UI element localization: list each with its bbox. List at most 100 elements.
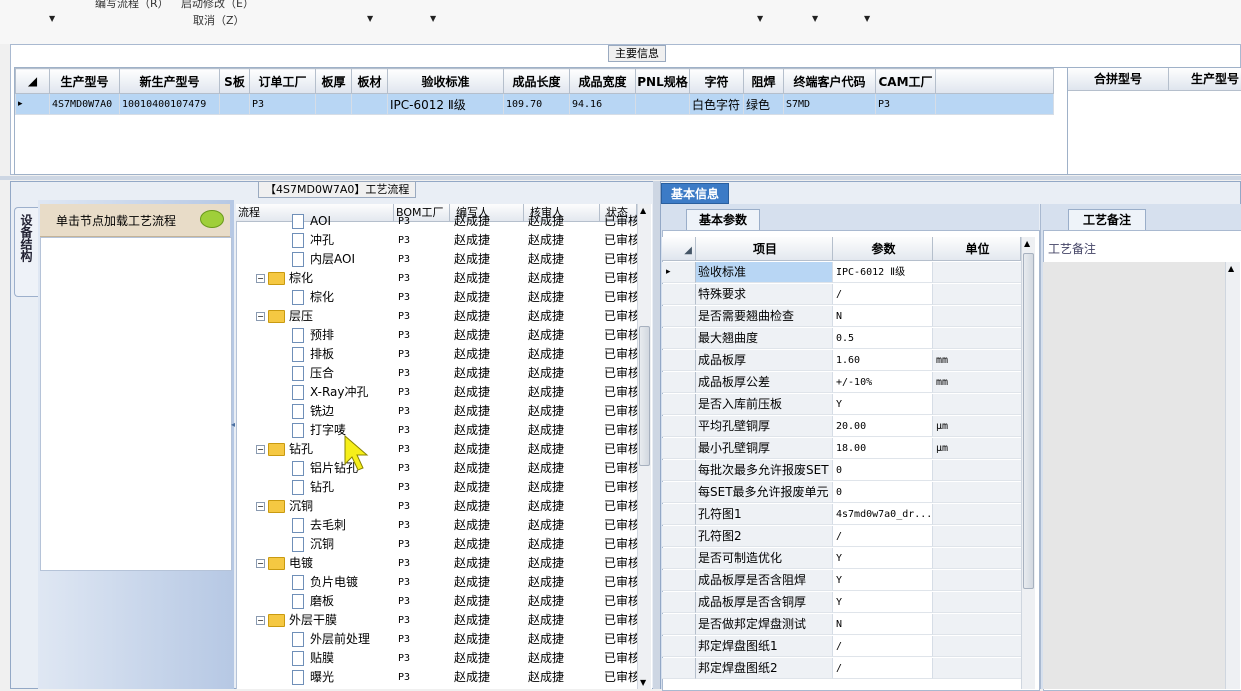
- tree-node-label[interactable]: − 层压: [256, 307, 313, 326]
- dropdown-arrow-icon[interactable]: ▼: [757, 14, 763, 23]
- param-row[interactable]: 成品板厚是否含铜厚 Y: [662, 592, 1021, 614]
- tree-row[interactable]: 打字唛 P3 赵成捷 赵成捷 已审核: [236, 421, 637, 440]
- param-row[interactable]: ▸ 验收标准 IPC-6012 Ⅱ级: [662, 262, 1021, 284]
- tree-node-label[interactable]: 铣边: [292, 402, 334, 421]
- table-cell[interactable]: 10010400107479: [119, 93, 220, 115]
- param-value-cell[interactable]: /: [833, 526, 933, 547]
- param-value-cell[interactable]: Y: [833, 592, 933, 613]
- table-cell[interactable]: [635, 93, 690, 115]
- param-value-cell[interactable]: 0: [833, 482, 933, 503]
- scroll-up-icon[interactable]: ▲: [1228, 264, 1234, 273]
- tree-row[interactable]: − 电镀 P3 赵成捷 赵成捷 已审核: [236, 554, 637, 573]
- tab-process-remarks[interactable]: 工艺备注: [1068, 209, 1146, 230]
- collapse-icon[interactable]: −: [256, 274, 265, 283]
- dropdown-arrow-icon[interactable]: ▼: [367, 14, 373, 23]
- tree-row[interactable]: 外层前处理 P3 赵成捷 赵成捷 已审核: [236, 630, 637, 649]
- tree-node-label[interactable]: − 沉铜: [256, 497, 313, 516]
- tab-basic-params[interactable]: 基本参数: [686, 209, 760, 230]
- tree-row[interactable]: 铝片钻孔 P3 赵成捷 赵成捷 已审核: [236, 459, 637, 478]
- tree-row[interactable]: X-Ray冲孔 P3 赵成捷 赵成捷 已审核: [236, 383, 637, 402]
- col-header-item[interactable]: 项目: [696, 237, 833, 261]
- start-modify-menu[interactable]: 启动修改（E）: [181, 0, 254, 11]
- scroll-thumb[interactable]: [1023, 253, 1034, 589]
- tree-node-label[interactable]: 排板: [292, 345, 334, 364]
- edit-flow-menu[interactable]: 编写流程（R）: [95, 0, 169, 11]
- param-value-cell[interactable]: /: [833, 284, 933, 305]
- remarks-scrollbar[interactable]: ▲: [1225, 262, 1240, 689]
- tree-node-label[interactable]: 内层AOI: [292, 250, 355, 269]
- tree-node-label[interactable]: AOI: [292, 212, 331, 231]
- dropdown-arrow-icon[interactable]: ▼: [49, 14, 55, 23]
- tree-node-label[interactable]: 沉铜: [292, 535, 334, 554]
- remarks-textarea[interactable]: [1043, 262, 1225, 689]
- tree-row[interactable]: 沉铜 P3 赵成捷 赵成捷 已审核: [236, 535, 637, 554]
- tree-node-label[interactable]: − 外层干膜: [256, 611, 337, 630]
- param-row[interactable]: 每批次最多允许报废SET 0: [662, 460, 1021, 482]
- param-row[interactable]: 最小孔壁铜厚 18.00 μm: [662, 438, 1021, 460]
- tree-row[interactable]: 曝光 P3 赵成捷 赵成捷 已审核: [236, 668, 637, 687]
- tree-node-label[interactable]: − 钻孔: [256, 440, 313, 459]
- table-cell[interactable]: [351, 93, 388, 115]
- collapse-icon[interactable]: −: [256, 616, 265, 625]
- param-value-cell[interactable]: IPC-6012 Ⅱ级: [833, 262, 933, 283]
- param-value-cell[interactable]: 4s7md0w7a0_dr...: [833, 504, 933, 525]
- param-value-cell[interactable]: 18.00: [833, 438, 933, 459]
- main-col-header[interactable]: 验收标准: [387, 68, 504, 94]
- tree-row[interactable]: 排板 P3 赵成捷 赵成捷 已审核: [236, 345, 637, 364]
- tree-node-label[interactable]: 压合: [292, 364, 334, 383]
- main-col-header[interactable]: S板: [219, 68, 250, 94]
- tree-node-label[interactable]: 磨板: [292, 592, 334, 611]
- collapse-arrow-icon[interactable]: ◂: [231, 420, 235, 440]
- tree-node-label[interactable]: 预排: [292, 326, 334, 345]
- main-col-header[interactable]: 成品长度: [503, 68, 570, 94]
- table-cell[interactable]: P3: [249, 93, 316, 115]
- equipment-tree[interactable]: [40, 237, 232, 571]
- main-col-header[interactable]: 终端客户代码: [783, 68, 876, 94]
- param-row[interactable]: 邦定焊盘图纸2/: [662, 658, 1021, 680]
- combined-model-header[interactable]: 合拼型号: [1068, 68, 1169, 91]
- param-value-cell[interactable]: +/-10%: [833, 372, 933, 393]
- table-cell[interactable]: 94.16: [569, 93, 636, 115]
- scroll-up-icon[interactable]: ▲: [640, 206, 646, 215]
- param-row[interactable]: 每SET最多允许报废单元 0: [662, 482, 1021, 504]
- col-header-param[interactable]: 参数: [833, 237, 933, 261]
- param-row[interactable]: 成品板厚是否含阻焊 Y: [662, 570, 1021, 592]
- tree-row[interactable]: 磨板 P3 赵成捷 赵成捷 已审核: [236, 592, 637, 611]
- scroll-up-icon[interactable]: ▲: [1024, 239, 1030, 248]
- tree-node-label[interactable]: − 棕化: [256, 269, 313, 288]
- tree-row[interactable]: − 沉铜 P3 赵成捷 赵成捷 已审核: [236, 497, 637, 516]
- param-row[interactable]: 平均孔壁铜厚 20.00 μm: [662, 416, 1021, 438]
- main-col-header[interactable]: CAM工厂: [875, 68, 936, 94]
- tree-row[interactable]: 内层AOI P3 赵成捷 赵成捷 已审核: [236, 250, 637, 269]
- main-col-header[interactable]: 订单工厂: [249, 68, 316, 94]
- param-row[interactable]: 孔符图2/: [662, 526, 1021, 548]
- tree-node-label[interactable]: X-Ray冲孔: [292, 383, 368, 402]
- tree-row[interactable]: 铣边 P3 赵成捷 赵成捷 已审核: [236, 402, 637, 421]
- param-row[interactable]: 是否入库前压板 Y: [662, 394, 1021, 416]
- tree-node-label[interactable]: 外层前处理: [292, 630, 370, 649]
- main-col-header[interactable]: 板厚: [315, 68, 352, 94]
- table-cell[interactable]: [315, 93, 352, 115]
- tree-node-label[interactable]: 负片电镀: [292, 573, 358, 592]
- horizontal-splitter[interactable]: [0, 176, 1241, 180]
- table-cell[interactable]: 109.70: [503, 93, 570, 115]
- table-cell[interactable]: S7MD: [783, 93, 876, 115]
- param-row[interactable]: 是否可制造优化 Y: [662, 548, 1021, 570]
- tree-scrollbar[interactable]: ▲ ▼: [637, 204, 651, 689]
- tree-row[interactable]: 压合 P3 赵成捷 赵成捷 已审核: [236, 364, 637, 383]
- dropdown-arrow-icon[interactable]: ▼: [864, 14, 870, 23]
- dropdown-arrow-icon[interactable]: ▼: [430, 14, 436, 23]
- table-cell[interactable]: 绿色: [743, 93, 784, 115]
- table-cell[interactable]: IPC-6012 Ⅱ级: [387, 93, 504, 115]
- tab-basic-info[interactable]: 基本信息: [661, 183, 729, 204]
- param-row[interactable]: 邦定焊盘图纸1/: [662, 636, 1021, 658]
- param-value-cell[interactable]: /: [833, 636, 933, 657]
- tree-node-label[interactable]: 去毛刺: [292, 516, 346, 535]
- tree-row[interactable]: 冲孔 P3 赵成捷 赵成捷 已审核: [236, 231, 637, 250]
- main-col-header[interactable]: 新生产型号: [119, 68, 220, 94]
- main-col-header[interactable]: PNL规格: [635, 68, 690, 94]
- tree-node-label[interactable]: 曝光: [292, 668, 334, 687]
- param-value-cell[interactable]: /: [833, 658, 933, 679]
- param-value-cell[interactable]: Y: [833, 394, 933, 415]
- param-value-cell[interactable]: 1.60: [833, 350, 933, 371]
